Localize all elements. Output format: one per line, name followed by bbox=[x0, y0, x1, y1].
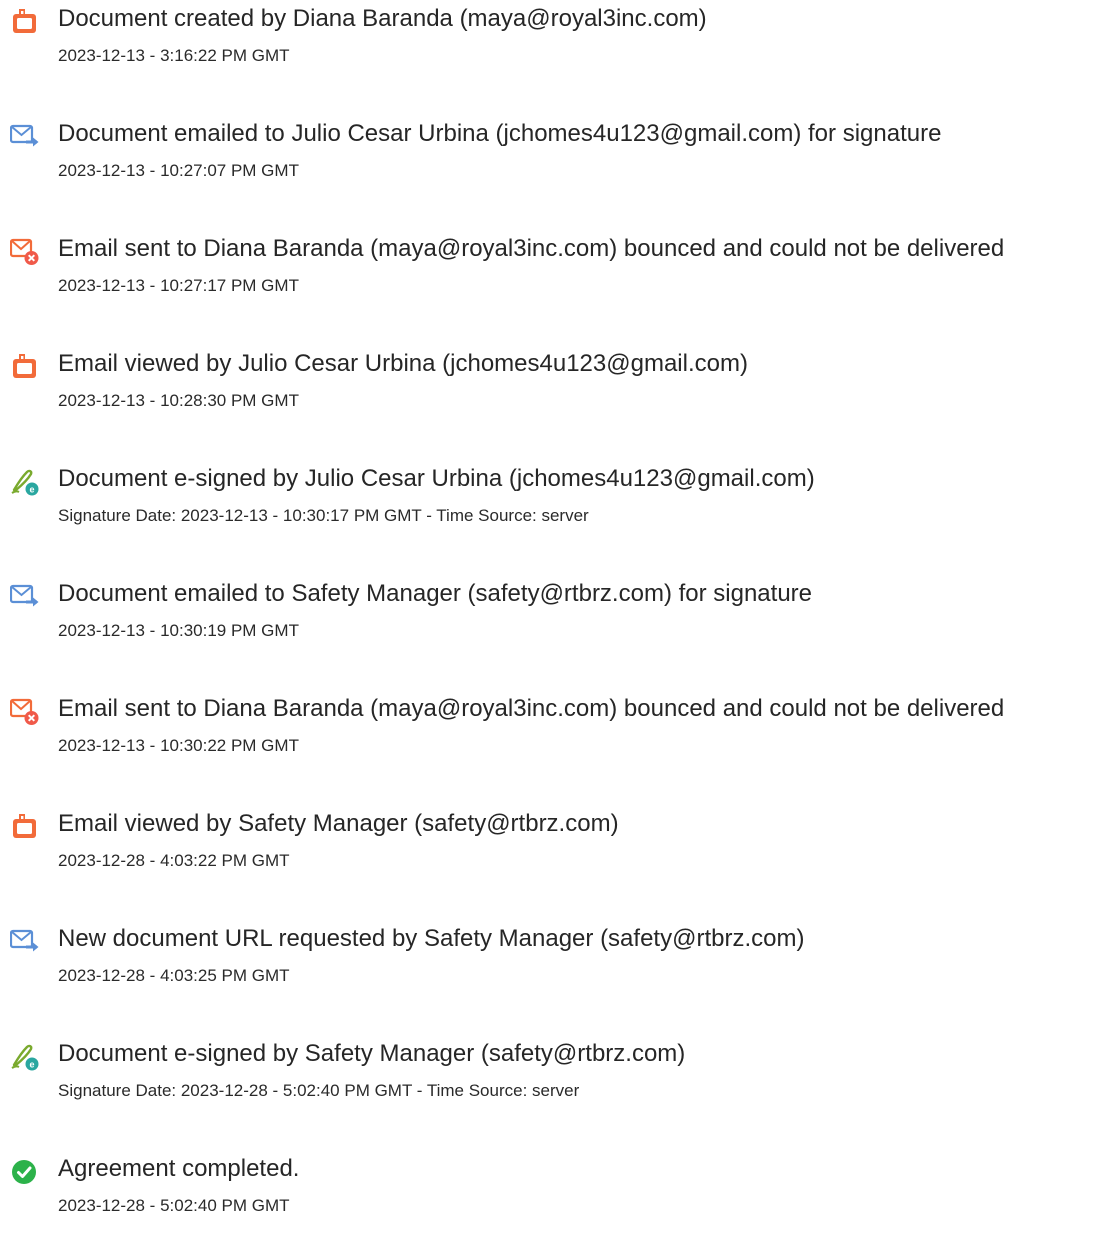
event-title: Agreement completed. bbox=[58, 1155, 300, 1182]
event-timestamp: 2023-12-28 - 5:02:40 PM GMT bbox=[58, 1196, 290, 1215]
event-timestamp: 2023-12-13 - 10:27:07 PM GMT bbox=[58, 161, 299, 180]
svg-text:e: e bbox=[29, 1060, 34, 1070]
audit-event: Document emailed to Julio Cesar Urbina (… bbox=[0, 117, 1109, 217]
event-title: Email sent to Diana Baranda (maya@royal3… bbox=[58, 695, 1005, 722]
document-viewed-icon bbox=[10, 812, 40, 842]
email-sent-icon bbox=[10, 122, 40, 152]
email-bounced-icon bbox=[10, 237, 40, 267]
e-sign-icon: e bbox=[10, 1042, 40, 1072]
event-title: Email sent to Diana Baranda (maya@royal3… bbox=[58, 235, 1005, 262]
audit-event: Agreement completed. 2023-12-28 - 5:02:4… bbox=[0, 1152, 1109, 1252]
document-viewed-icon bbox=[10, 352, 40, 382]
event-timestamp: 2023-12-28 - 4:03:25 PM GMT bbox=[58, 966, 290, 985]
email-bounced-icon bbox=[10, 697, 40, 727]
event-title: Document emailed to Safety Manager (safe… bbox=[58, 580, 813, 607]
event-timestamp: 2023-12-13 - 10:28:30 PM GMT bbox=[58, 391, 299, 410]
e-sign-icon: e bbox=[10, 467, 40, 497]
audit-event: e Document e-signed by Julio Cesar Urbin… bbox=[0, 462, 1109, 562]
email-sent-icon bbox=[10, 582, 40, 612]
event-title: Document created by Diana Baranda (maya@… bbox=[58, 5, 707, 32]
event-timestamp: 2023-12-13 - 10:27:17 PM GMT bbox=[58, 276, 299, 295]
event-timestamp: 2023-12-13 - 3:16:22 PM GMT bbox=[58, 46, 290, 65]
document-created-icon bbox=[10, 7, 40, 37]
completed-check-icon bbox=[10, 1157, 40, 1187]
event-title: Document e-signed by Julio Cesar Urbina … bbox=[58, 465, 815, 492]
audit-event: Email sent to Diana Baranda (maya@royal3… bbox=[0, 232, 1109, 332]
email-sent-icon bbox=[10, 927, 40, 957]
audit-event: e Document e-signed by Safety Manager (s… bbox=[0, 1037, 1109, 1137]
event-title: New document URL requested by Safety Man… bbox=[58, 925, 805, 952]
event-title: Email viewed by Julio Cesar Urbina (jcho… bbox=[58, 350, 748, 377]
audit-event: Document created by Diana Baranda (maya@… bbox=[0, 2, 1109, 102]
event-timestamp: 2023-12-13 - 10:30:22 PM GMT bbox=[58, 736, 299, 755]
event-title: Document emailed to Julio Cesar Urbina (… bbox=[58, 120, 942, 147]
event-timestamp: 2023-12-28 - 4:03:22 PM GMT bbox=[58, 851, 290, 870]
event-timestamp: Signature Date: 2023-12-13 - 10:30:17 PM… bbox=[58, 506, 589, 525]
event-timestamp: 2023-12-13 - 10:30:19 PM GMT bbox=[58, 621, 299, 640]
audit-event: Email viewed by Safety Manager (safety@r… bbox=[0, 807, 1109, 907]
audit-event: New document URL requested by Safety Man… bbox=[0, 922, 1109, 1022]
audit-event: Document emailed to Safety Manager (safe… bbox=[0, 577, 1109, 677]
event-timestamp: Signature Date: 2023-12-28 - 5:02:40 PM … bbox=[58, 1081, 580, 1100]
event-title: Email viewed by Safety Manager (safety@r… bbox=[58, 810, 619, 837]
event-title: Document e-signed by Safety Manager (saf… bbox=[58, 1040, 686, 1067]
svg-text:e: e bbox=[29, 485, 34, 495]
audit-event: Email sent to Diana Baranda (maya@royal3… bbox=[0, 692, 1109, 792]
audit-event: Email viewed by Julio Cesar Urbina (jcho… bbox=[0, 347, 1109, 447]
